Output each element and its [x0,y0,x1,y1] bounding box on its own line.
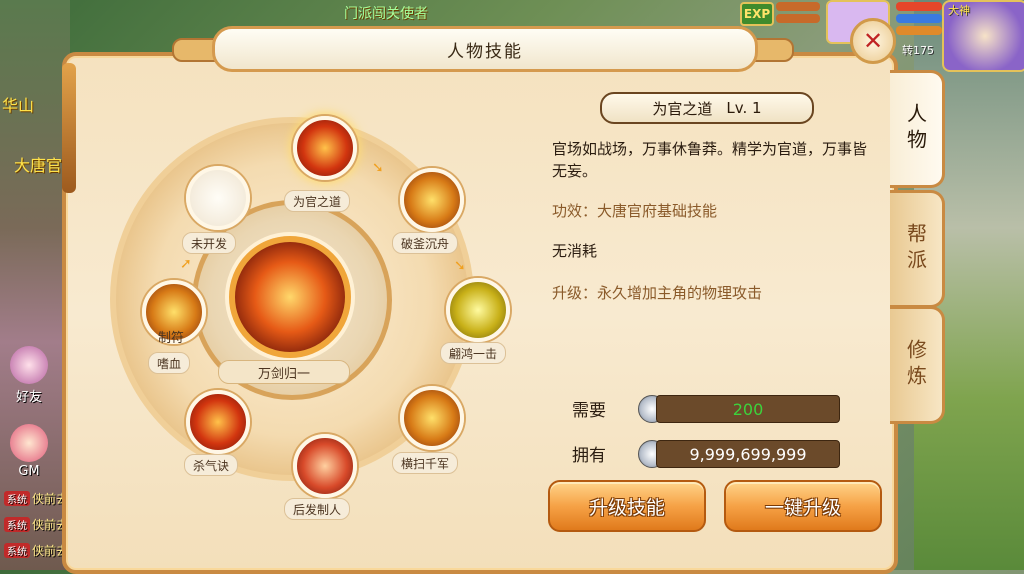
close-button[interactable]: ✕ [850,18,896,64]
gm-icon [10,424,48,462]
arrow-icon: ➘ [454,258,466,274]
owned-value: 9,999,699,999 [656,440,840,468]
skill-name: 为官之道 [652,99,713,118]
locked-slot-icon[interactable] [186,166,250,230]
skill-label[interactable]: 杀气诀 [184,454,239,476]
tab-character[interactable]: 人物 [890,70,945,188]
skill-sublabel: 制符 [158,330,185,346]
skill-level: Lv. 1 [726,99,762,117]
panel-title: 人物技能 [447,41,523,62]
skill-sweep-icon[interactable] [400,386,464,450]
gm-button[interactable]: GM [4,424,54,479]
tab-character-label: 人物 [903,103,928,155]
owned-label: 拥有 [572,446,606,466]
tab-cultivation-label: 修炼 [903,339,928,391]
skill-sword-slash-icon[interactable] [400,168,464,232]
anger-bar [896,26,942,35]
tassel-ornament [62,63,76,193]
friends-button[interactable]: 好友 [4,346,54,405]
center-skill-label: 万剑归一 [218,360,350,384]
tab-guild-label: 帮派 [903,223,928,275]
panel-title-bar: 人物技能 [212,26,758,72]
friends-icon [10,346,48,384]
skill-upgrade-effect: 升级：永久增加主角的物理攻击 [552,284,763,302]
skill-label[interactable]: 翩鸿一击 [440,342,507,364]
arrow-icon: ➚ [180,256,192,272]
skill-label[interactable]: 为官之道 [284,190,351,212]
tab-cultivation[interactable]: 修炼 [890,306,945,424]
upgrade-skill-button[interactable]: 升级技能 [548,480,706,532]
requirement-value: 200 [656,395,840,423]
skill-label[interactable]: 嗜血 [148,352,191,374]
arrow-icon: ➘ [372,160,384,176]
skill-label[interactable]: 破釜沉舟 [392,232,459,254]
one-click-upgrade-button[interactable]: 一键升级 [724,480,882,532]
requirement-label: 需要 [572,401,606,421]
skill-official-icon[interactable] [293,116,357,180]
map-label-tang: 大唐官 [14,156,63,175]
close-icon: ✕ [862,27,884,55]
friends-label: 好友 [15,390,42,405]
skill-golden-strike-icon[interactable] [446,278,510,342]
skill-name-bar: 为官之道 Lv. 1 [600,92,814,124]
skill-counter-icon[interactable] [293,434,357,498]
map-label-huashan: 华山 [2,96,35,115]
skill-description: 官场如战场，万事休鲁莽。精学为官道，万事皆无妄。 [552,140,868,180]
skill-killing-aura-icon[interactable] [186,390,250,454]
center-skill-icon[interactable] [229,236,351,358]
player-name: 大神 [948,4,970,17]
mp-bar [896,14,942,23]
background-left [0,0,70,570]
skill-label[interactable]: 后发制人 [284,498,351,520]
skill-cost: 无消耗 [552,242,598,260]
tab-guild[interactable]: 帮派 [890,190,945,308]
exp-bar [776,2,820,11]
skill-label[interactable]: 横扫千军 [392,452,459,474]
gm-label: GM [18,464,40,479]
hp-bar [896,2,942,11]
skill-effect: 功效：大唐官府基础技能 [552,202,718,220]
skill-label[interactable]: 未开发 [182,232,237,254]
rebirth-text: 转175 [902,44,934,57]
